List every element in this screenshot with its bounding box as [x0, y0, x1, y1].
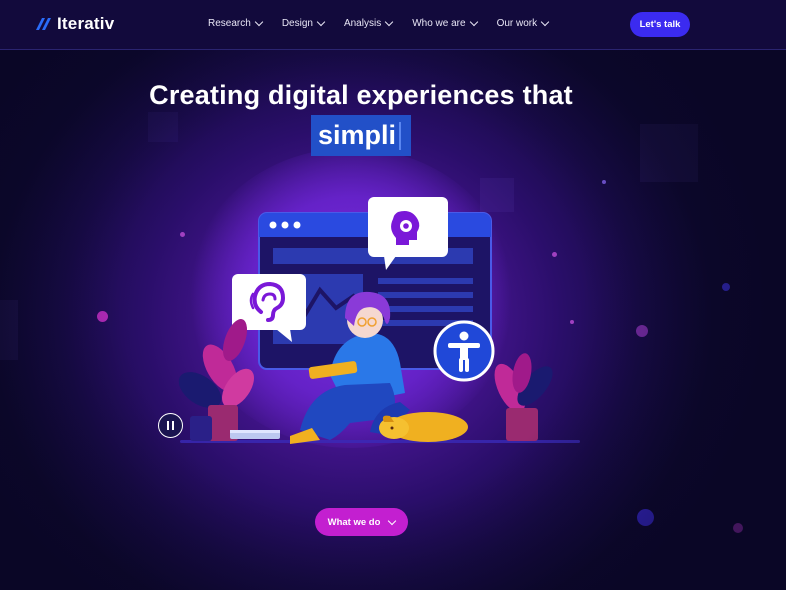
hero-headline: Creating digital experiences that: [149, 80, 573, 110]
hero-illustration: [178, 197, 580, 444]
book-icon: [230, 430, 280, 439]
chevron-down-icon: [540, 17, 550, 27]
nav-item-our-work[interactable]: Our work: [496, 17, 550, 29]
typed-word: simpli: [318, 120, 397, 150]
nav-item-label: Analysis: [343, 18, 382, 29]
decor-dot: [722, 283, 730, 291]
nav-item-label: Who we are: [412, 18, 466, 29]
chevron-down-icon: [254, 17, 264, 27]
decor-square: [0, 300, 18, 360]
accessibility-icon: [433, 320, 495, 382]
site-header: Iterativ Research Design Analysis Who we…: [0, 0, 786, 50]
plant-icon: [178, 319, 254, 441]
logo-icon: [36, 18, 51, 30]
lets-talk-button[interactable]: Let's talk: [630, 12, 690, 37]
chevron-down-icon: [469, 17, 478, 27]
chevron-down-icon: [388, 516, 397, 525]
what-we-do-button[interactable]: What we do: [315, 508, 408, 536]
decor-dot: [97, 311, 108, 322]
text-caret: [399, 121, 402, 150]
page: Iterativ Research Design Analysis Who we…: [0, 0, 786, 590]
decor-square: [148, 112, 178, 142]
pause-icon: [171, 421, 175, 430]
decor-dot: [602, 180, 606, 184]
plant-icon: [494, 353, 553, 441]
brand-logo[interactable]: Iterativ: [34, 14, 114, 34]
nav-item-design[interactable]: Design: [281, 17, 326, 29]
chevron-down-icon: [384, 17, 394, 27]
chevron-down-icon: [316, 17, 326, 27]
pause-icon: [166, 421, 170, 430]
brand-name: Iterativ: [57, 14, 115, 33]
decor-dot: [733, 523, 743, 533]
nav-item-research[interactable]: Research: [208, 17, 264, 29]
what-we-do-label: What we do: [327, 516, 381, 528]
decor-square: [640, 124, 698, 182]
nav-item-label: Research: [208, 18, 251, 29]
main-nav: Research Design Analysis Who we are Our …: [208, 17, 568, 29]
pause-animation-button[interactable]: [158, 413, 183, 438]
nav-item-label: Design: [281, 18, 313, 29]
decor-dot: [637, 509, 654, 526]
nav-item-who-we-are[interactable]: Who we are: [412, 17, 478, 29]
nav-item-label: Our work: [496, 18, 538, 29]
typed-word-highlight: simpli: [311, 115, 411, 156]
nav-item-analysis[interactable]: Analysis: [343, 17, 394, 29]
decor-dot: [636, 325, 648, 337]
